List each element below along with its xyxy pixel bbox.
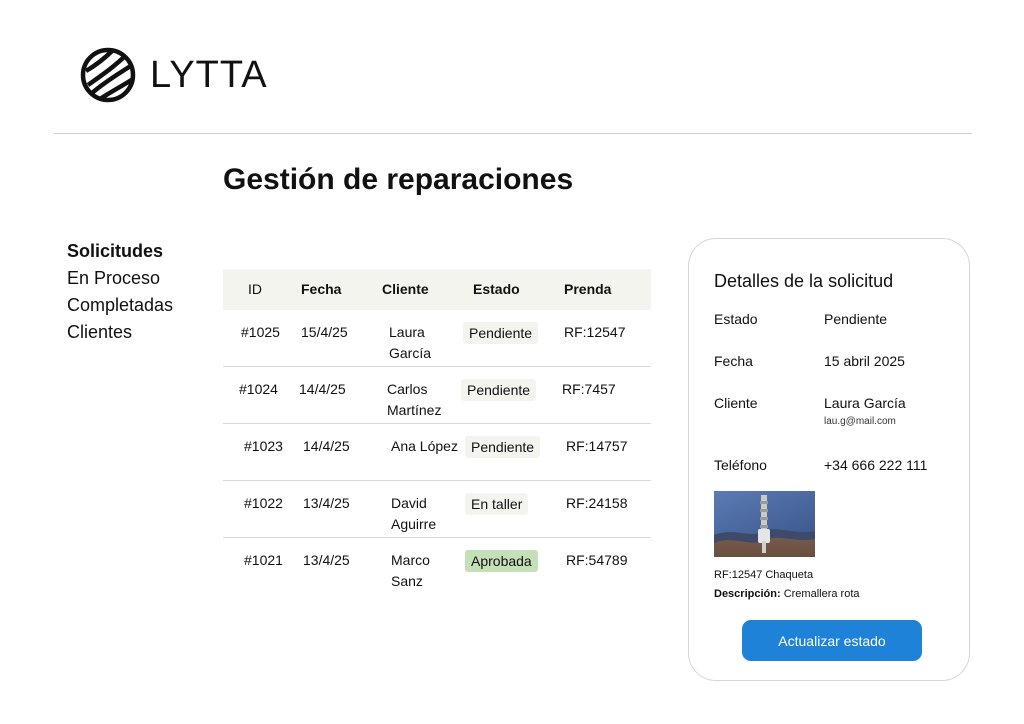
- row-id: #1021: [244, 552, 283, 568]
- row-date: 13/4/25: [303, 495, 350, 511]
- row-client: Marco Sanz: [391, 552, 430, 589]
- row-garment: RF:24158: [566, 495, 628, 511]
- nav-item-solicitudes[interactable]: Solicitudes: [67, 238, 173, 265]
- column-header-status[interactable]: Estado: [473, 281, 520, 297]
- table-row[interactable]: #1023 14/4/25 Ana López Pendiente RF:147…: [223, 424, 651, 481]
- garment-photo[interactable]: [714, 491, 815, 557]
- detail-date-label: Fecha: [714, 353, 753, 369]
- row-client: Carlos Martínez: [387, 381, 442, 418]
- detail-client-email[interactable]: lau.g@mail.com: [824, 416, 896, 427]
- detail-phone-label: Teléfono: [714, 457, 767, 473]
- status-badge: Pendiente: [465, 436, 541, 458]
- row-id: #1022: [244, 495, 283, 511]
- table-row[interactable]: #1025 15/4/25 Laura García Pendiente RF:…: [223, 310, 651, 367]
- status-badge: Pendiente: [461, 379, 537, 401]
- detail-client-label: Cliente: [714, 395, 758, 411]
- detail-client-value: Laura García: [824, 395, 906, 411]
- status-badge: En taller: [465, 493, 529, 515]
- row-date: 15/4/25: [301, 324, 348, 340]
- detail-phone-value: +34 666 222 111: [824, 457, 928, 473]
- table-row[interactable]: #1022 13/4/25 David Aguirre En taller RF…: [223, 481, 651, 538]
- description-value: Cremallera rota: [783, 588, 860, 600]
- row-garment: RF:14757: [566, 438, 628, 454]
- detail-status-label: Estado: [714, 311, 758, 327]
- table-row[interactable]: #1024 14/4/25 Carlos Martínez Pendiente …: [223, 367, 651, 424]
- column-header-date[interactable]: Fecha: [301, 281, 341, 297]
- brand-logo[interactable]: LYTTA: [80, 47, 268, 103]
- nav-item-completadas[interactable]: Completadas: [67, 292, 173, 319]
- requests-table: ID Fecha Cliente Estado Prenda #1025 15/…: [223, 269, 651, 594]
- row-garment: RF:7457: [562, 381, 616, 397]
- request-detail-card: Detalles de la solicitud Estado Pendient…: [688, 238, 970, 681]
- column-header-id[interactable]: ID: [248, 281, 262, 297]
- row-client: Laura García: [389, 324, 432, 361]
- row-id: #1023: [244, 438, 283, 454]
- table-row[interactable]: #1021 13/4/25 Marco Sanz Aprobada RF:547…: [223, 538, 651, 594]
- row-id: #1024: [239, 381, 278, 397]
- row-date: 14/4/25: [303, 438, 350, 454]
- detail-status-value: Pendiente: [824, 311, 888, 327]
- sidebar-nav: Solicitudes En Proceso Completadas Clien…: [67, 238, 173, 346]
- brand-name: LYTTA: [150, 53, 268, 96]
- column-header-client[interactable]: Cliente: [382, 281, 429, 297]
- detail-title: Detalles de la solicitud: [714, 271, 894, 291]
- lytta-logo-icon: [80, 47, 136, 103]
- photo-caption: RF:12547 Chaqueta: [714, 569, 814, 581]
- status-badge: Pendiente: [463, 322, 539, 344]
- update-status-button[interactable]: Actualizar estado: [742, 620, 922, 661]
- description: Descripción: Cremallera rota: [714, 588, 860, 600]
- header-divider: [54, 133, 972, 134]
- table-header: ID Fecha Cliente Estado Prenda: [223, 269, 651, 310]
- row-date: 13/4/25: [303, 552, 350, 568]
- row-garment: RF:54789: [566, 552, 628, 568]
- column-header-garment[interactable]: Prenda: [564, 281, 611, 297]
- description-label: Descripción:: [714, 588, 781, 600]
- row-client: David Aguirre: [391, 495, 437, 532]
- page-title: Gestión de reparaciones: [223, 163, 574, 196]
- detail-date-value: 15 abril 2025: [824, 353, 905, 369]
- row-garment: RF:12547: [564, 324, 626, 340]
- row-id: #1025: [241, 324, 280, 340]
- row-client: Ana López: [391, 438, 458, 454]
- nav-item-clientes[interactable]: Clientes: [67, 319, 173, 346]
- row-date: 14/4/25: [299, 381, 346, 397]
- status-badge: Aprobada: [465, 550, 538, 572]
- nav-item-en-proceso[interactable]: En Proceso: [67, 265, 173, 292]
